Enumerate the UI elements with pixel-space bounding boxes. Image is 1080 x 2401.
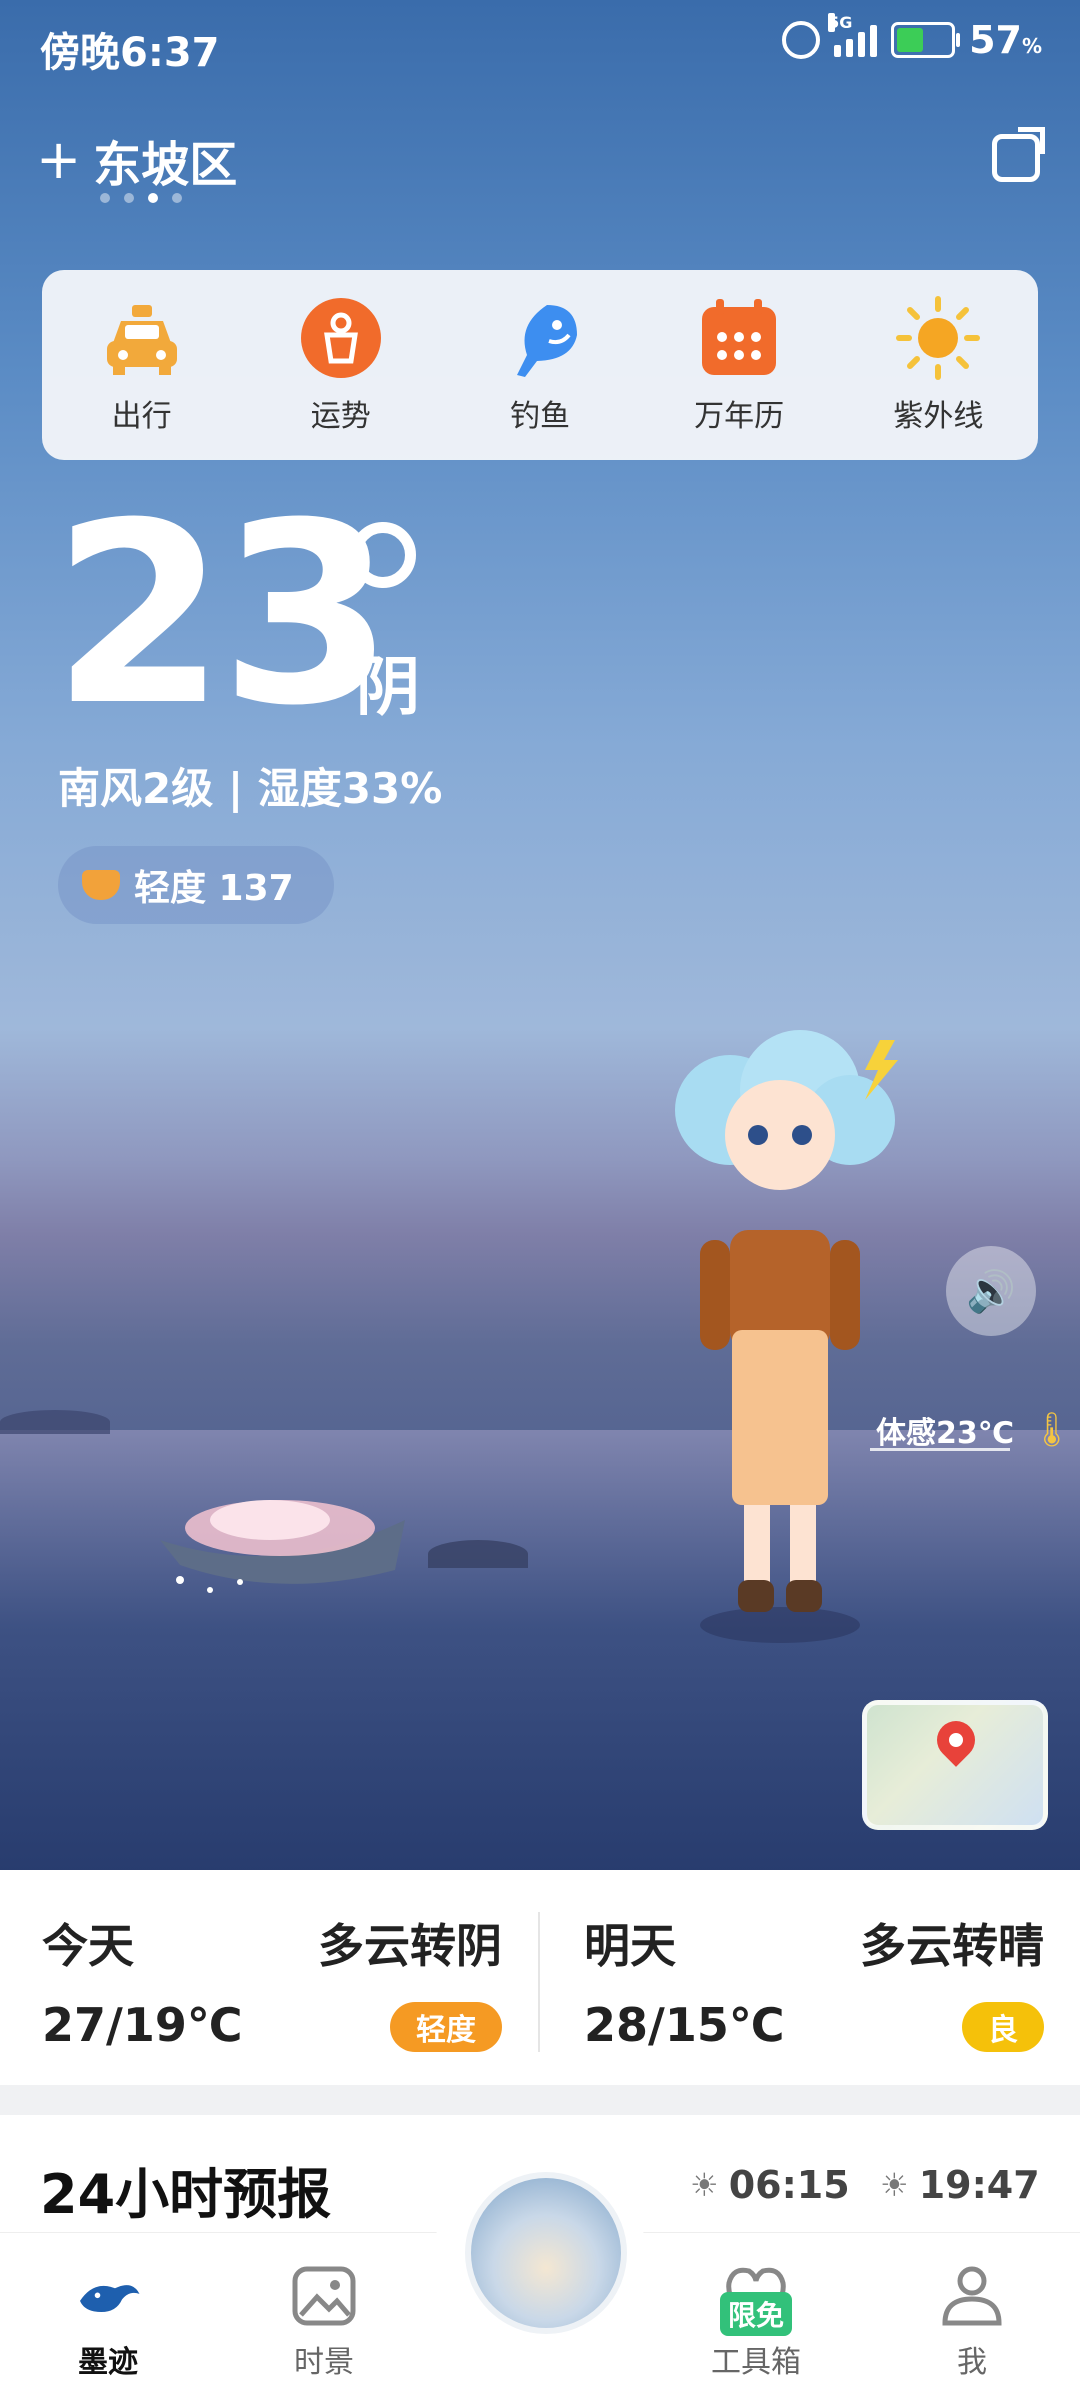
degree-symbol [350, 522, 416, 588]
tab-scenery[interactable]: 时景 [244, 2263, 404, 2381]
location-pin-icon [929, 1713, 983, 1767]
tab-label: 时景 [294, 2345, 354, 2380]
distant-island [0, 1410, 110, 1434]
tab-label: 工具箱 [711, 2345, 801, 2380]
quick-action-label: 钓鱼 [509, 399, 570, 434]
share-icon[interactable] [992, 134, 1040, 182]
fortune-icon [298, 295, 384, 381]
plus-icon[interactable]: + [36, 133, 81, 187]
quick-action-label: 紫外线 [893, 399, 984, 434]
forecast-day: 今天 [42, 1919, 134, 1973]
network-type: 5G [828, 13, 853, 32]
fish-icon [497, 295, 583, 381]
section-separator [0, 2085, 1080, 2115]
current-condition: 阴 [356, 651, 420, 725]
sunrise-time: 06:15 [728, 2163, 850, 2207]
location-header: + 东坡区 [36, 125, 237, 195]
sunset-icon: ☀ [880, 2166, 909, 2204]
aqi-button[interactable]: 轻度 137 [58, 846, 334, 924]
battery-icon [891, 22, 961, 58]
aqi-mask-icon [82, 870, 120, 900]
forecast-aqi-badge: 轻度 [390, 2002, 502, 2052]
sun-icon [895, 295, 981, 381]
quick-action-fortune[interactable]: 运势 [261, 295, 421, 435]
forecast-weather: 多云转晴 [860, 1919, 1044, 1973]
taxi-icon [99, 295, 185, 381]
quick-action-travel[interactable]: 出行 [62, 295, 222, 435]
quick-action-calendar[interactable]: 万年历 [659, 295, 819, 435]
sunrise: ☀ 06:15 [690, 2163, 850, 2207]
tab-me[interactable]: 我 [892, 2263, 1052, 2381]
feels-like: 体感23℃ [876, 1416, 1015, 1451]
alarm-icon [782, 21, 821, 59]
toolbox-badge: 限免 [720, 2292, 793, 2336]
forecast-range: 27/19℃ [42, 1998, 243, 2052]
sunset-time: 19:47 [918, 2163, 1040, 2207]
forecast-range: 28/15℃ [584, 1998, 785, 2052]
tab-label: 我 [957, 2345, 987, 2380]
map-button[interactable] [862, 1700, 1048, 1830]
sunrise-icon: ☀ [690, 2166, 719, 2204]
current-temperature: 23 [52, 469, 394, 760]
forecast-today[interactable]: 今天 多云转阴 27/19℃ 轻度 [42, 1910, 502, 2060]
rock [428, 1540, 528, 1568]
feels-like-line [870, 1448, 1010, 1451]
forecast-aqi-badge: 良 [962, 2002, 1044, 2052]
calendar-icon [696, 295, 782, 381]
speaker-button[interactable]: 🔊 [946, 1246, 1036, 1336]
page-indicator [100, 193, 182, 203]
quick-action-label: 万年历 [694, 399, 785, 434]
moji-logo-icon [73, 2263, 143, 2329]
tab-moji[interactable]: 墨迹 [28, 2263, 188, 2381]
status-bar: 傍晚6:37 5G 57% [0, 0, 1080, 90]
battery-percent: 57% [969, 18, 1042, 62]
forecast-divider [538, 1912, 540, 2052]
photo-icon [289, 2263, 359, 2329]
wind-humidity: 南风2级 | 湿度33% [58, 764, 443, 813]
aqi-text: 轻度 137 [134, 868, 294, 909]
hourly-title: 24小时预报 [40, 2163, 332, 2226]
quick-action-label: 运势 [310, 399, 371, 434]
forecast-weather: 多云转阴 [318, 1919, 502, 1973]
signal-icon: 5G [828, 13, 878, 57]
center-scene-button[interactable] [465, 2172, 627, 2334]
forecast-day: 明天 [584, 1919, 676, 1973]
quick-action-uv[interactable]: 紫外线 [858, 295, 1018, 435]
forecast-tomorrow[interactable]: 明天 多云转晴 28/15℃ 良 [584, 1910, 1044, 2060]
quick-actions-bar: 出行 运势 钓鱼 万年历 紫外线 [42, 270, 1038, 460]
sunset: ☀ 19:47 [880, 2163, 1040, 2207]
flower-boat-illustration [160, 1500, 405, 1593]
tab-label: 墨迹 [78, 2345, 138, 2380]
quick-action-fishing[interactable]: 钓鱼 [460, 295, 620, 435]
thermometer-icon: 🌡 [1030, 1410, 1074, 1450]
city-name[interactable]: 东坡区 [93, 125, 237, 195]
speaker-icon: 🔊 [966, 1268, 1016, 1315]
quick-action-label: 出行 [111, 399, 172, 434]
profile-icon [937, 2263, 1007, 2329]
daily-forecast: 今天 多云转阴 27/19℃ 轻度 明天 多云转晴 28/15℃ 良 [0, 1870, 1080, 2085]
weather-character-illustration [675, 1030, 898, 1643]
status-time: 傍晚6:37 [40, 30, 220, 76]
